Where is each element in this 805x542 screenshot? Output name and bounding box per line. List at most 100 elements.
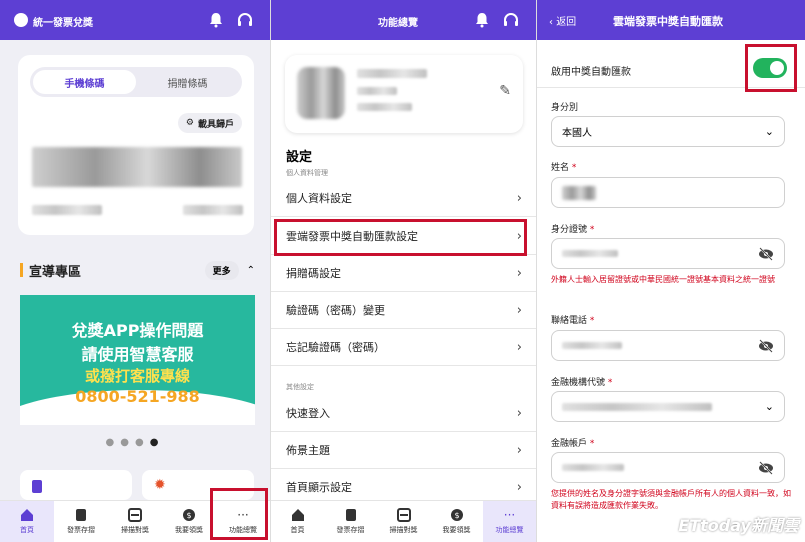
eye-slash-icon[interactable] (758, 461, 774, 475)
menu-change-password[interactable]: 驗證碼（密碼）變更 › (271, 292, 536, 329)
section-accent (20, 263, 23, 277)
app-title: 統一發票兌獎 (33, 18, 93, 29)
eye-slash-icon[interactable] (758, 339, 774, 353)
tab-donation-barcode[interactable]: 捐贈條碼 (136, 70, 239, 94)
menu-donation-code[interactable]: 捐贈碼設定 › (271, 255, 536, 292)
bell-icon[interactable] (208, 12, 224, 28)
home-icon (21, 509, 33, 521)
menu-personal-info-label: 個人資料設定 (286, 192, 352, 205)
phone-label: 聯絡電話 * (551, 313, 594, 326)
shortcut-card-1[interactable] (20, 470, 132, 500)
more-dots-icon: ··· (237, 508, 249, 522)
chevron-right-icon: › (516, 442, 522, 458)
scan-icon (128, 508, 142, 522)
menu-forgot-password[interactable]: 忘記驗證碼（密碼） › (271, 329, 536, 366)
sparkle-icon: ✹ (154, 477, 166, 493)
bottom-nav: 首頁 發票存摺 掃描對獎 $ 我要領獎 ··· 功能總覽 (0, 500, 270, 542)
account-field[interactable] (551, 452, 785, 483)
id-value (562, 250, 618, 257)
more-button[interactable]: 更多 (204, 260, 239, 280)
invoice-icon (345, 509, 356, 521)
gear-icon: ⚙ (185, 118, 194, 128)
identity-label: 身分別 (551, 103, 579, 113)
chevron-up-icon[interactable]: ⌃ (247, 265, 255, 276)
avatar (297, 67, 345, 119)
bank-select[interactable]: ⌄ (551, 391, 785, 422)
barcode-type-switch: 手機條碼 捐贈條碼 (30, 67, 242, 97)
account-note: 您提供的姓名及身分證字號須與金融帳戶所有人的個人資料一致，如資料有誤將造成匯款作… (551, 489, 791, 510)
menu-personal-info[interactable]: 個人資料設定 › (271, 180, 536, 217)
chevron-down-icon: ⌄ (764, 125, 774, 138)
nav-claim[interactable]: $ 我要領獎 (162, 501, 216, 542)
document-icon (32, 480, 42, 493)
profile-card[interactable]: ✎ (285, 55, 523, 133)
back-button[interactable]: ‹ 返回 (549, 13, 576, 28)
chevron-right-icon: › (516, 405, 522, 421)
banner-line-3: 或撥打客服專線 (84, 367, 190, 385)
nav-invoice-book-label: 發票存摺 (67, 526, 95, 534)
tab-mobile-barcode[interactable]: 手機條碼 (33, 70, 136, 94)
other-section-label: 其他設定 (286, 383, 314, 391)
profile-detail (357, 87, 397, 95)
nav-overview[interactable]: ··· 功能總覽 (216, 501, 270, 542)
personal-section-label: 個人資料管理 (286, 169, 328, 177)
edit-icon[interactable]: ✎ (499, 83, 511, 99)
bell-icon[interactable] (474, 12, 490, 28)
nav-scan-label: 掃描對獎 (121, 526, 149, 534)
nav-overview-label: 功能總覽 (495, 526, 524, 534)
banner-line-4: 0800-521-988 (75, 387, 200, 406)
bank-label-text: 金融機構代號 (551, 378, 606, 388)
carrier-link-button[interactable]: ⚙ 載具歸戶 (177, 113, 242, 133)
watermark: ETtoday新聞雲 (678, 516, 799, 535)
nav-overview[interactable]: ··· 功能總覽 (483, 501, 536, 542)
barcode-number (32, 205, 102, 215)
eye-slash-icon[interactable] (758, 247, 774, 261)
barcode-image (32, 147, 242, 187)
menu-auto-remit[interactable]: 雲端發票中獎自動匯款設定 › (271, 218, 536, 255)
phone-value (562, 342, 622, 349)
menu-auto-remit-label: 雲端發票中獎自動匯款設定 (286, 230, 418, 243)
bank-label: 金融機構代號 * (551, 375, 612, 388)
bank-value (562, 402, 712, 411)
more-dots-icon: ··· (503, 508, 516, 522)
nav-claim[interactable]: $ 我要領獎 (430, 501, 483, 542)
name-label: 姓名 * (551, 160, 576, 173)
account-label: 金融帳戶 * (551, 436, 594, 449)
headset-icon[interactable] (237, 12, 253, 28)
id-label-text: 身分證號 (551, 225, 588, 235)
enable-toggle[interactable] (753, 58, 787, 78)
shortcut-card-2[interactable]: ✹ (142, 470, 254, 500)
auto-remit-title: 雲端發票中獎自動匯款 (613, 15, 723, 28)
carousel-dots[interactable]: ●●●● (0, 437, 270, 448)
nav-invoice-book-label: 發票存摺 (336, 526, 365, 534)
menu-quick-login[interactable]: 快速登入 › (271, 395, 536, 432)
carrier-link-label: 載具歸戶 (197, 119, 234, 130)
banner-line-2: 請使用智慧客服 (81, 345, 194, 364)
promo-section-title: 宣導專區 (29, 264, 82, 280)
headset-icon[interactable] (503, 12, 519, 28)
scan-icon (396, 508, 411, 522)
enable-row: 啟用中獎自動匯款 (537, 42, 805, 88)
phone-field[interactable] (551, 330, 785, 361)
nav-scan[interactable]: 掃描對獎 (377, 501, 430, 542)
bottom-nav: 首頁 發票存摺 掃描對獎 $ 我要領獎 ··· 功能總覽 (271, 500, 536, 542)
menu-donation-code-label: 捐贈碼設定 (286, 267, 341, 280)
name-label-text: 姓名 (551, 163, 570, 173)
nav-home[interactable]: 首頁 (0, 501, 54, 542)
nav-home[interactable]: 首頁 (271, 501, 324, 542)
promo-banner[interactable]: 兌獎APP操作問題 請使用智慧客服 或撥打客服專線 0800-521-988 (20, 295, 255, 425)
nav-scan[interactable]: 掃描對獎 (108, 501, 162, 542)
id-field[interactable] (551, 238, 785, 269)
menu-theme[interactable]: 佈景主題 › (271, 432, 536, 469)
required-mark: * (571, 163, 577, 173)
nav-invoice-book[interactable]: 發票存摺 (54, 501, 108, 542)
nav-invoice-book[interactable]: 發票存摺 (324, 501, 377, 542)
menu-quick-login-label: 快速登入 (286, 407, 330, 420)
required-mark: * (589, 439, 595, 449)
promo-section-header: 宣導專區 更多 ⌃ (20, 260, 255, 280)
app-logo-icon (14, 13, 28, 27)
overview-topbar: 功能總覽 (271, 0, 536, 40)
identity-select[interactable]: 本國人 ⌄ (551, 116, 785, 147)
name-field[interactable] (551, 177, 785, 208)
nav-claim-label: 我要領獎 (442, 526, 471, 534)
